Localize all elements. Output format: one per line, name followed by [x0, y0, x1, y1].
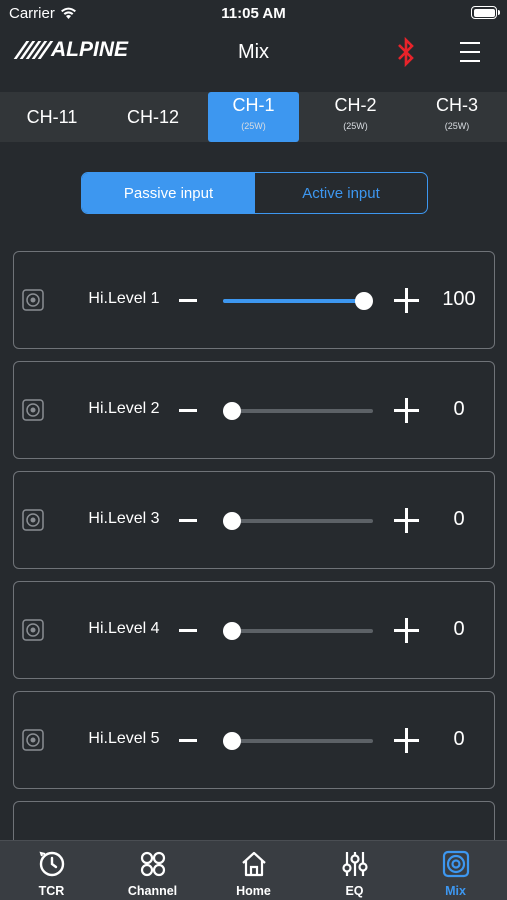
- level-label: Hi.Level 5: [88, 730, 160, 747]
- slider-thumb[interactable]: [355, 292, 373, 310]
- level-value: 0: [453, 618, 465, 640]
- app-header: ALPINE Mix: [0, 30, 507, 90]
- passive-input-button[interactable]: Passive input: [82, 173, 255, 213]
- tab-wattage: (25W): [343, 121, 368, 131]
- level-card: Hi.Level 3 0: [13, 471, 495, 569]
- level-slider[interactable]: [223, 622, 373, 640]
- page-title: Mix: [237, 41, 270, 63]
- speaker-icon: [22, 729, 44, 751]
- home-icon: [242, 851, 266, 877]
- speaker-icon: [22, 289, 44, 311]
- level-card: Hi.Level 1 100: [13, 251, 495, 349]
- level-label: Hi.Level 4: [88, 620, 160, 637]
- slider-thumb[interactable]: [223, 622, 241, 640]
- bottom-navigation: TCR Channel Home EQ Mix: [0, 840, 507, 900]
- increase-button[interactable]: [394, 618, 419, 643]
- increase-button[interactable]: [394, 508, 419, 533]
- nav-tcr[interactable]: TCR: [1, 841, 102, 900]
- increase-button[interactable]: [394, 398, 419, 423]
- level-card: Hi.Level 4 0: [13, 581, 495, 679]
- tab-ch-1[interactable]: CH-1 (25W): [208, 92, 299, 142]
- increase-button[interactable]: [394, 288, 419, 313]
- hamburger-menu-icon[interactable]: [460, 42, 480, 62]
- nav-label: EQ: [345, 884, 364, 898]
- tab-ch-11[interactable]: CH-11: [0, 92, 104, 142]
- speaker-icon: [22, 619, 44, 641]
- level-slider[interactable]: [223, 732, 373, 750]
- slider-fill: [223, 299, 364, 303]
- speaker-icon: [22, 399, 44, 421]
- level-label: Hi.Level 2: [88, 400, 160, 417]
- tab-wattage: (25W): [241, 121, 266, 131]
- level-value: 100: [442, 288, 476, 310]
- level-slider[interactable]: [223, 402, 373, 420]
- active-input-button[interactable]: Active input: [255, 173, 427, 213]
- nav-label: Home: [236, 884, 271, 898]
- equalizer-icon: [342, 852, 368, 876]
- increase-button[interactable]: [394, 728, 419, 753]
- tab-ch-12[interactable]: CH-12: [104, 92, 202, 142]
- nav-label: TCR: [38, 884, 65, 898]
- battery-icon: [471, 6, 500, 19]
- tab-ch-3[interactable]: CH-3 (25W): [410, 92, 504, 142]
- level-label: Hi.Level 3: [88, 510, 160, 527]
- level-label: Hi.Level 1: [88, 290, 160, 307]
- nav-eq[interactable]: EQ: [304, 841, 405, 900]
- decrease-button[interactable]: [177, 399, 199, 421]
- nav-home[interactable]: Home: [203, 841, 304, 900]
- slider-thumb[interactable]: [223, 512, 241, 530]
- nav-label: Mix: [445, 884, 466, 898]
- decrease-button[interactable]: [177, 619, 199, 641]
- speaker-icon: [22, 509, 44, 531]
- status-bar: Carrier 11:05 AM: [0, 0, 507, 30]
- tab-label: CH-12: [126, 107, 179, 127]
- tab-ch-2[interactable]: CH-2 (25W): [308, 92, 403, 142]
- decrease-button[interactable]: [177, 509, 199, 531]
- level-slider[interactable]: [223, 292, 373, 310]
- channel-tabs: CH-11 CH-12 CH-1 (25W) CH-2 (25W) CH-3 (…: [0, 92, 507, 142]
- level-slider[interactable]: [223, 512, 373, 530]
- nav-label: Channel: [127, 884, 178, 898]
- bluetooth-icon[interactable]: [395, 37, 417, 67]
- tab-wattage: (25W): [444, 121, 470, 131]
- tab-label: CH-1: [232, 95, 275, 115]
- slider-thumb[interactable]: [223, 402, 241, 420]
- clock-icon: [39, 851, 65, 877]
- decrease-button[interactable]: [177, 729, 199, 751]
- level-value: 0: [453, 728, 465, 750]
- nav-mix[interactable]: Mix: [405, 841, 506, 900]
- level-card: Hi.Level 5 0: [13, 691, 495, 789]
- level-value: 0: [453, 398, 465, 420]
- tab-label: CH-3: [435, 95, 478, 115]
- tab-label: CH-2: [334, 95, 377, 115]
- level-card: Hi.Level 2 0: [13, 361, 495, 459]
- decrease-button[interactable]: [177, 289, 199, 311]
- slider-thumb[interactable]: [223, 732, 241, 750]
- level-value: 0: [453, 508, 465, 530]
- speaker-icon: [442, 850, 470, 878]
- input-mode-selector: Passive input Active input: [81, 172, 428, 214]
- status-time: 11:05 AM: [221, 5, 286, 22]
- nav-channel[interactable]: Channel: [102, 841, 203, 900]
- tab-label: CH-11: [26, 107, 78, 127]
- grid-icon: [140, 851, 166, 877]
